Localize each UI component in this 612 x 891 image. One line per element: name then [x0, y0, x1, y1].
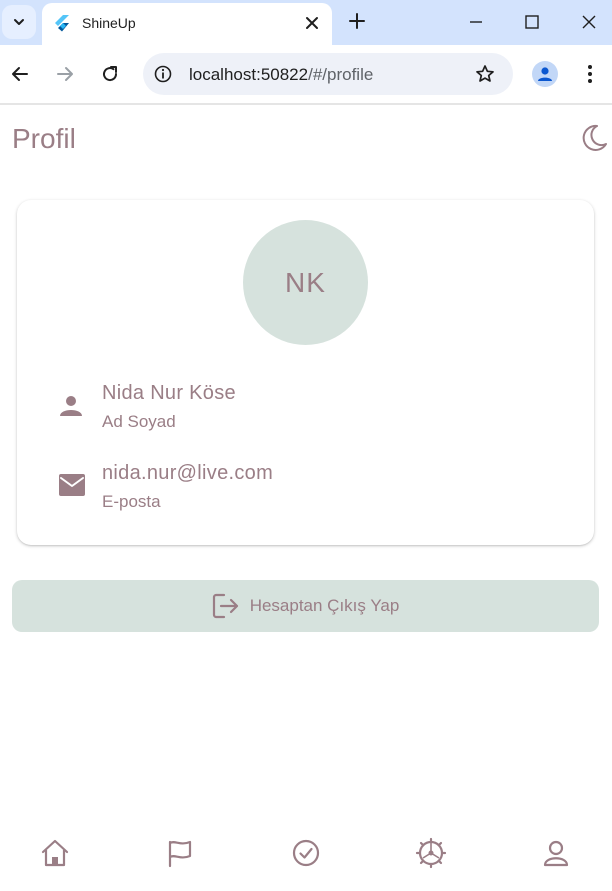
chrome-divider: [0, 103, 612, 105]
mail-icon: [57, 472, 87, 498]
tab-search-button[interactable]: [2, 5, 36, 39]
person-outline-icon[interactable]: [539, 836, 573, 870]
account-icon[interactable]: [532, 61, 558, 87]
logout-label: Hesaptan Çıkış Yap: [249, 596, 400, 615]
info-icon[interactable]: [154, 65, 172, 83]
avatar-initials: NK: [285, 266, 326, 298]
moon-icon[interactable]: [578, 123, 608, 153]
avatar: NK: [243, 220, 368, 345]
reload-icon[interactable]: [100, 64, 120, 84]
person-icon: [57, 392, 85, 420]
url-path: /#/profile: [308, 65, 374, 84]
browser-tab[interactable]: ShineUp: [42, 3, 332, 45]
name-value: Nida Nur Köse: [102, 382, 236, 404]
forward-icon[interactable]: [55, 64, 75, 84]
url-host: localhost:50822: [189, 65, 309, 84]
home-icon[interactable]: [38, 836, 72, 870]
name-label: Ad Soyad: [102, 412, 176, 431]
browser-toolbar: localhost:50822/#/profile: [0, 45, 612, 103]
flutter-icon: [54, 14, 70, 32]
tab-title: ShineUp: [82, 15, 136, 31]
star-icon[interactable]: [475, 64, 495, 84]
flag-icon[interactable]: [163, 836, 197, 870]
check-circle-icon[interactable]: [289, 836, 323, 870]
minimize-icon[interactable]: [464, 10, 488, 34]
window-close-icon[interactable]: [577, 10, 601, 34]
address-url: localhost:50822/#/profile: [189, 65, 373, 85]
profile-card: NK Nida Nur Köse Ad Soyad nida.nur@live.…: [17, 200, 594, 545]
wheel-icon[interactable]: [414, 836, 448, 870]
email-label: E-posta: [102, 492, 161, 511]
back-icon[interactable]: [10, 64, 30, 84]
logout-icon: [212, 593, 240, 619]
email-value: nida.nur@live.com: [102, 462, 274, 484]
logout-button[interactable]: Hesaptan Çıkış Yap: [12, 580, 599, 632]
address-bar[interactable]: localhost:50822/#/profile: [143, 53, 513, 95]
maximize-icon[interactable]: [520, 10, 544, 34]
chevron-down-icon: [12, 15, 26, 29]
bottom-navigation: [0, 818, 612, 891]
close-icon[interactable]: [304, 15, 320, 31]
page-title: Profil: [12, 123, 76, 154]
browser-tabbar: ShineUp: [0, 0, 612, 45]
more-vert-icon[interactable]: [586, 62, 594, 86]
plus-icon[interactable]: [348, 12, 366, 30]
